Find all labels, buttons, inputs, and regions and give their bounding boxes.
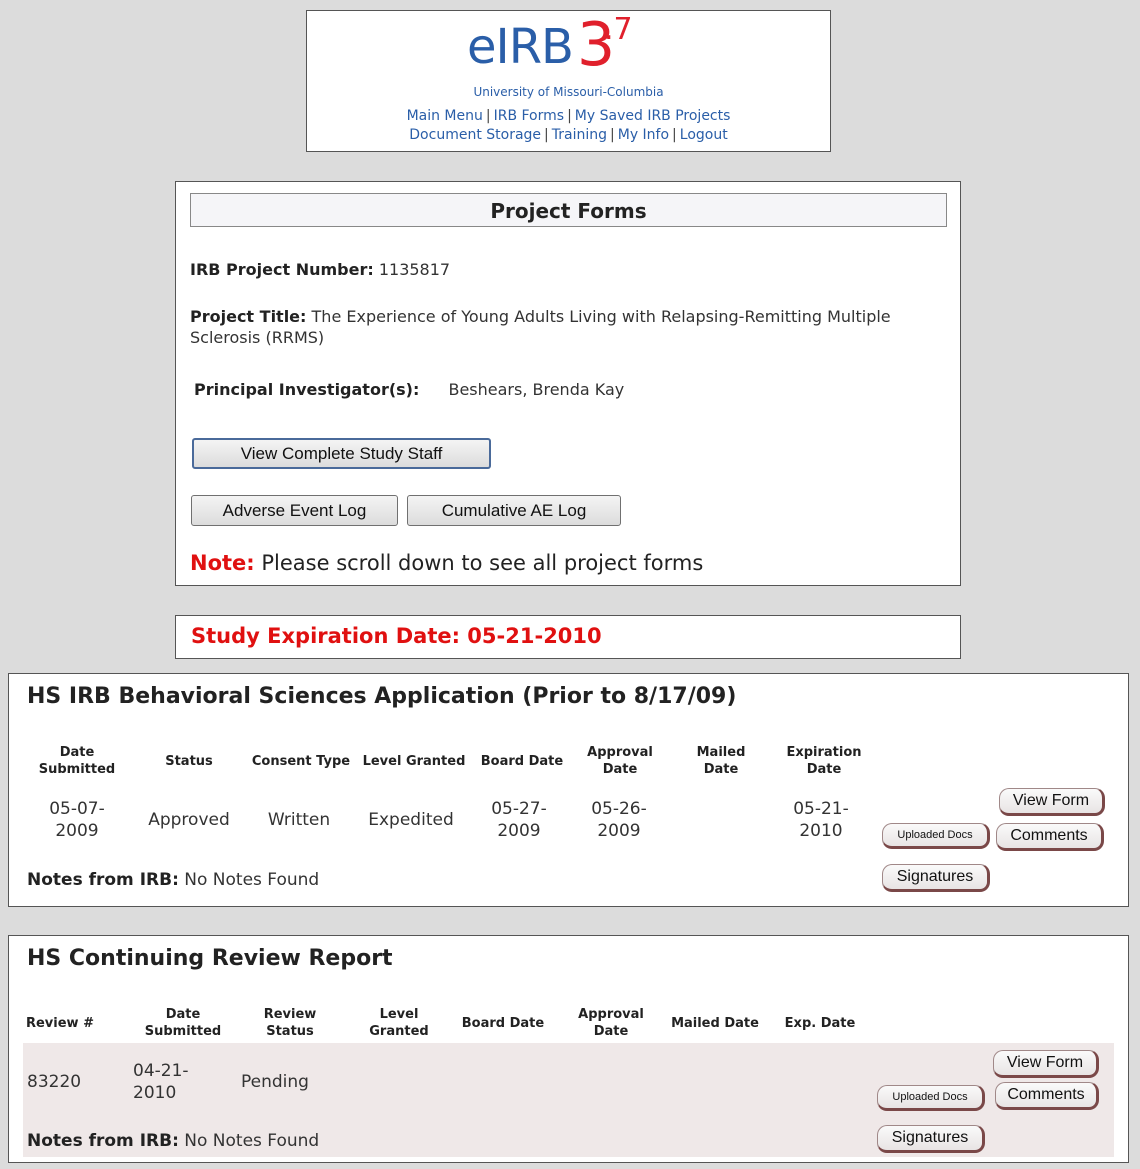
uploaded-docs-button[interactable]: Uploaded Docs: [882, 823, 990, 849]
cell-board-date: 05-27- 2009: [491, 799, 547, 841]
continuing-review-section: HS Continuing Review Report Review # Dat…: [8, 935, 1129, 1163]
adverse-event-log-button[interactable]: Adverse Event Log: [191, 495, 398, 526]
application-section: HS IRB Behavioral Sciences Application (…: [8, 673, 1129, 907]
cell-expiration-date: 05-21- 2010: [793, 799, 849, 841]
view-study-staff-button[interactable]: View Complete Study Staff: [192, 438, 491, 469]
study-expiration-panel: Study Expiration Date: 05-21-2010: [175, 615, 961, 659]
col-mailed-date: Mailed Date: [671, 1016, 759, 1031]
cell-review-status: Pending: [241, 1072, 309, 1092]
col-date-submitted: Date Submitted: [38, 745, 116, 777]
nav-main-menu[interactable]: Main Menu: [407, 108, 483, 124]
col-approval-date: Approval Date: [578, 1007, 644, 1039]
application-section-title: HS IRB Behavioral Sciences Application (…: [27, 684, 737, 709]
col-expiration-date: Expiration Date: [786, 745, 862, 777]
nav-separator: |: [567, 108, 572, 124]
col-mailed-date: Mailed Date: [696, 745, 746, 777]
nav-row-2: Document Storage | Training | My Info | Logout: [307, 127, 830, 143]
nav-my-info[interactable]: My Info: [618, 127, 669, 143]
irb-notes-value: No Notes Found: [184, 870, 320, 890]
cell-date-submitted: 05-07- 2009: [49, 799, 105, 841]
nav-logout[interactable]: Logout: [680, 127, 728, 143]
nav-separator: |: [544, 127, 549, 143]
nav-row-1: Main Menu | IRB Forms | My Saved IRB Project…: [307, 108, 830, 124]
cell-status: Approved: [148, 810, 230, 830]
site-header: eIRB 3 .7 University of Missouri-Columbi…: [306, 10, 831, 152]
nav-training[interactable]: Training: [552, 127, 607, 143]
nav-separator: |: [485, 108, 491, 124]
col-board-date: Board Date: [480, 754, 564, 769]
view-form-button[interactable]: View Form: [993, 1050, 1099, 1078]
col-exp-date: Exp. Date: [784, 1016, 856, 1031]
project-title-value-line2: Sclerosis (RRMS): [190, 328, 325, 347]
pi-value: Beshears, Brenda Kay: [448, 380, 625, 399]
col-consent-type: Consent Type: [251, 754, 351, 769]
logo-version-minor: .7: [604, 12, 633, 47]
cell-consent-type: Written: [267, 810, 331, 830]
cell-level-granted: Expedited: [368, 810, 454, 830]
col-review-number: Review #: [25, 1016, 94, 1031]
study-expiration-date: Study Expiration Date: 05-21-2010: [191, 624, 602, 648]
nav-saved-projects[interactable]: My Saved IRB Projects: [575, 108, 731, 124]
irb-notes: Notes from IRB: No Notes Found: [27, 870, 319, 890]
project-forms-panel: Project Forms IRB Project Number: 113581…: [175, 181, 961, 586]
project-title-value-line1: The Experience of Young Adults Living wi…: [311, 307, 891, 326]
logo-university: University of Missouri-Columbia: [473, 85, 664, 99]
irb-notes-value: No Notes Found: [184, 1131, 320, 1151]
col-board-date: Board Date: [461, 1016, 545, 1031]
note-label: Note:: [190, 551, 255, 575]
eirb-logo: eIRB 3 .7 University of Missouri-Columbi…: [307, 15, 830, 100]
nav-document-storage[interactable]: Document Storage: [409, 127, 541, 143]
col-level-granted: Level Granted: [362, 754, 466, 769]
comments-button[interactable]: Comments: [996, 823, 1104, 851]
signatures-button[interactable]: Signatures: [882, 864, 990, 892]
scroll-note: Note: Please scroll down to see all proj…: [190, 551, 703, 575]
project-number: IRB Project Number: 1135817: [190, 260, 450, 279]
cell-review-number: 83220: [27, 1072, 82, 1092]
project-number-label: IRB Project Number:: [190, 260, 374, 279]
note-text: Please scroll down to see all project fo…: [261, 551, 704, 575]
comments-button[interactable]: Comments: [995, 1082, 1099, 1110]
col-level-granted: Level Granted: [369, 1007, 429, 1039]
nav-separator: |: [610, 127, 615, 143]
principal-investigator: Principal Investigator(s): Beshears, Bre…: [194, 380, 624, 399]
continuing-review-title: HS Continuing Review Report: [27, 946, 393, 971]
project-title-label: Project Title:: [190, 307, 307, 326]
cell-approval-date: 05-26- 2009: [591, 799, 647, 841]
nav-separator: |: [672, 127, 677, 143]
irb-notes: Notes from IRB: No Notes Found: [27, 1131, 319, 1151]
project-title: Project Title: The Experience of Young A…: [190, 306, 950, 348]
project-number-value: 1135817: [378, 260, 451, 279]
irb-notes-label: Notes from IRB:: [27, 1131, 179, 1151]
col-review-status: Review Status: [263, 1007, 317, 1039]
col-status: Status: [165, 754, 213, 769]
signatures-button[interactable]: Signatures: [877, 1125, 985, 1153]
col-approval-date: Approval Date: [587, 745, 653, 777]
cell-date-submitted: 04-21- 2010: [133, 1061, 189, 1103]
pi-label: Principal Investigator(s):: [194, 380, 420, 399]
project-forms-heading: Project Forms: [190, 193, 947, 227]
nav-irb-forms[interactable]: IRB Forms: [494, 108, 564, 124]
irb-notes-label: Notes from IRB:: [27, 870, 179, 890]
col-date-submitted: Date Submitted: [144, 1007, 222, 1039]
view-form-button[interactable]: View Form: [999, 788, 1105, 816]
logo-wordmark: eIRB: [467, 19, 574, 75]
cumulative-ae-log-button[interactable]: Cumulative AE Log: [407, 495, 621, 526]
uploaded-docs-button[interactable]: Uploaded Docs: [877, 1085, 985, 1111]
